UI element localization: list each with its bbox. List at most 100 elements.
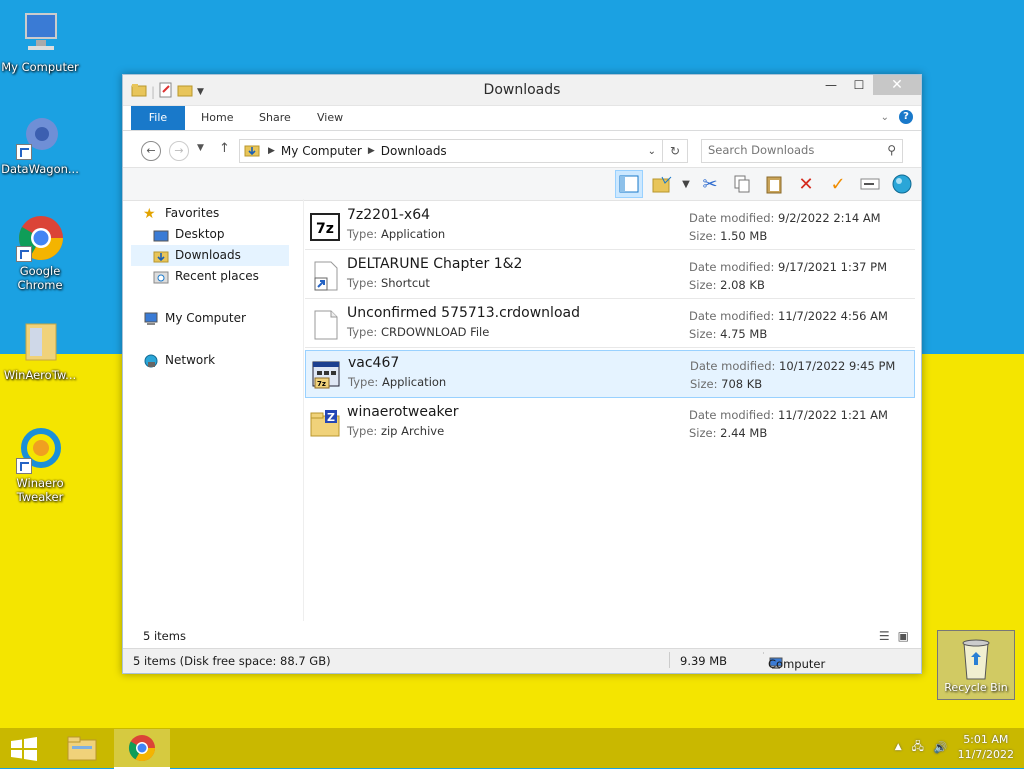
globe-icon[interactable] (889, 171, 915, 197)
file-size: Size: 1.50 MB (689, 229, 768, 243)
show-hidden-icons-icon[interactable]: ▲ (895, 742, 902, 752)
network-icon (143, 354, 159, 368)
breadcrumb-downloads[interactable]: Downloads (381, 144, 447, 158)
desktop-icon-winaero-tweaker[interactable]: Winaero Tweaker (0, 426, 80, 504)
desktop-icon-datawagon[interactable]: DataWagon... (0, 112, 80, 176)
nav-favorites[interactable]: ★ Favorites (131, 203, 289, 224)
clock[interactable]: 5:01 AM 11/7/2022 (958, 732, 1014, 762)
shortcut-arrow-icon (16, 458, 32, 474)
checkmark-icon[interactable]: ✓ (825, 171, 851, 197)
nav-label: Favorites (165, 206, 220, 220)
tab-file[interactable]: File (131, 106, 185, 130)
paste-icon[interactable] (761, 171, 787, 197)
network-tray-icon[interactable]: 🖧 (912, 738, 924, 757)
forward-button[interactable]: → (169, 141, 189, 161)
close-button[interactable]: ✕ (873, 75, 921, 95)
refresh-button[interactable]: ↻ (663, 139, 688, 163)
address-row: ← → ▼ ↑ ▶ My Computer ▶ Downloads ⌄ ↻ ⚲ (123, 131, 921, 167)
address-dropdown-icon[interactable]: ⌄ (648, 146, 656, 157)
pane-divider[interactable] (303, 199, 304, 621)
file-date: Date modified: 11/7/2022 4:56 AM (689, 309, 888, 323)
delete-icon[interactable]: ✕ (793, 171, 819, 197)
navigation-pane: ★ Favorites Desktop Downloads Recent pla… (131, 203, 289, 621)
nav-label: Recent places (175, 269, 259, 283)
list-item-selected[interactable]: 7z vac467 Type: Application Date modifie… (305, 350, 915, 398)
chrome-icon (16, 214, 64, 262)
desktop-icon-my-computer[interactable]: My Computer (0, 10, 80, 74)
nav-label: My Computer (165, 311, 246, 325)
file-type: Type: Application (347, 227, 446, 241)
help-icon[interactable]: ? (899, 110, 913, 124)
recent-places-icon (153, 270, 169, 284)
tab-share[interactable]: Share (259, 106, 291, 130)
nav-my-computer[interactable]: My Computer (131, 308, 289, 329)
folder-zip-icon (16, 318, 64, 366)
up-button[interactable]: ↑ (219, 141, 230, 156)
taskbar-file-explorer[interactable] (54, 729, 110, 767)
list-item[interactable]: 7z 7z2201-x64 Type: Application Date mod… (305, 203, 915, 250)
desktop-icon-chrome[interactable]: Google Chrome (0, 214, 80, 292)
7z-app-icon: 7z (309, 211, 341, 243)
items-line: 5 items ☰ ▣ (123, 621, 921, 649)
file-size: Size: 2.44 MB (689, 426, 768, 440)
title-bar[interactable]: | ▼ Downloads — ☐ ✕ (123, 75, 921, 106)
folder-options-icon[interactable] (649, 171, 675, 197)
expand-ribbon-icon[interactable]: ⌄ (881, 112, 889, 123)
svg-text:Z: Z (327, 411, 335, 424)
chevron-down-icon[interactable]: ▼ (681, 171, 691, 197)
file-list: 7z 7z2201-x64 Type: Application Date mod… (305, 203, 915, 448)
desktop-icon-label: DataWagon... (1, 162, 79, 176)
windows-logo-icon (11, 737, 37, 761)
desktop-icon-winaerotw[interactable]: WinAeroTw... (0, 318, 80, 382)
list-item[interactable]: Z winaerotweaker Type: zip Archive Date … (305, 400, 915, 446)
file-name: winaerotweaker (347, 404, 459, 420)
winaero-icon (16, 426, 64, 474)
minimize-button[interactable]: — (817, 75, 845, 95)
copy-icon[interactable] (729, 171, 755, 197)
file-type: Type: Shortcut (347, 276, 430, 290)
search-input[interactable] (702, 140, 884, 160)
taskbar-chrome[interactable] (114, 729, 170, 769)
file-type: Type: zip Archive (347, 424, 445, 438)
details-view-icon[interactable]: ☰ (879, 629, 890, 643)
desktop-icon-recycle-bin[interactable]: Recycle Bin (937, 630, 1015, 700)
star-icon: ★ (143, 205, 156, 222)
tab-view[interactable]: View (317, 106, 343, 130)
recycle-bin-icon (956, 637, 996, 681)
taskbar: ▲ 🖧 🔊 5:01 AM 11/7/2022 (0, 728, 1024, 769)
search-box[interactable]: ⚲ (701, 139, 903, 163)
status-bar: 5 items (Disk free space: 88.7 GB) 9.39 … (123, 648, 921, 673)
start-button[interactable] (10, 737, 38, 761)
blank-file-icon (309, 309, 341, 341)
command-toolbar: ▼ ✂ ✕ ✓ (123, 167, 921, 201)
search-icon: ⚲ (887, 143, 896, 157)
back-button[interactable]: ← (141, 141, 161, 161)
rename-icon[interactable] (857, 171, 883, 197)
nav-desktop[interactable]: Desktop (131, 224, 289, 245)
tab-home[interactable]: Home (201, 106, 233, 130)
breadcrumb-my-computer[interactable]: My Computer (281, 144, 362, 158)
desktop-icon (153, 228, 169, 242)
recent-locations-icon[interactable]: ▼ (197, 143, 204, 153)
file-date: Date modified: 11/7/2022 1:21 AM (689, 408, 888, 422)
large-icons-view-icon[interactable]: ▣ (898, 629, 909, 643)
address-bar[interactable]: ▶ My Computer ▶ Downloads ⌄ (239, 139, 663, 163)
shortcut-file-icon (309, 260, 341, 292)
volume-icon[interactable]: 🔊 (934, 741, 948, 754)
desktop-icon-label: WinAeroTw... (3, 368, 77, 382)
chrome-icon (128, 735, 156, 762)
cut-icon[interactable]: ✂ (697, 171, 723, 197)
file-name: DELTARUNE Chapter 1&2 (347, 256, 523, 272)
file-size: Size: 708 KB (690, 377, 763, 391)
nav-downloads[interactable]: Downloads (131, 245, 289, 266)
downloads-folder-icon (244, 143, 262, 160)
list-item[interactable]: DELTARUNE Chapter 1&2 Type: Shortcut Dat… (305, 252, 915, 299)
nav-network[interactable]: Network (131, 350, 289, 371)
clock-date: 11/7/2022 (957, 748, 1014, 761)
maximize-button[interactable]: ☐ (845, 75, 873, 95)
nav-recent-places[interactable]: Recent places (131, 266, 289, 287)
clock-time: 5:01 AM (963, 733, 1009, 746)
desktop-icon-label: Google Chrome (17, 264, 63, 292)
preview-pane-button[interactable] (615, 170, 643, 198)
list-item[interactable]: Unconfirmed 575713.crdownload Type: CRDO… (305, 301, 915, 348)
